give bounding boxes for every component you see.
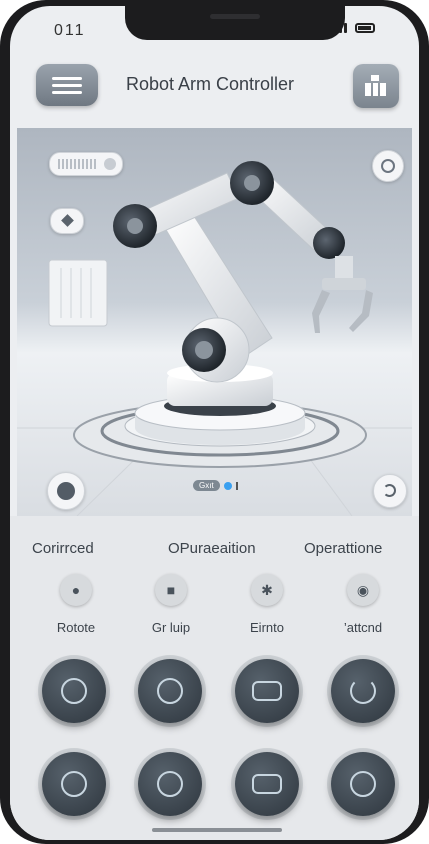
camera-icon[interactable]: ◉ (347, 574, 379, 606)
tool-button[interactable] (138, 659, 202, 723)
robot-viewport[interactable]: Gxıt (17, 128, 412, 516)
settings-button[interactable] (138, 752, 202, 816)
menu-button[interactable] (36, 64, 98, 106)
arm-icon (350, 771, 376, 797)
action-label-attend: ’attcnd (343, 620, 383, 635)
speaker-grille (210, 14, 260, 19)
video-button[interactable] (235, 659, 299, 723)
battery-icon (355, 23, 375, 33)
robot-arm-illustration (17, 161, 412, 516)
refresh-icon (350, 678, 376, 704)
connection-status: Gxıt (193, 480, 238, 491)
app-header: Robot Arm Controller (10, 46, 419, 128)
app-screen: 011 Robot Arm Controller Gxıt Corirrced … (10, 6, 419, 840)
action-label-joint: Eirnto (250, 620, 284, 635)
search-button[interactable] (42, 752, 106, 816)
fan-icon[interactable] (50, 208, 84, 234)
home-indicator[interactable] (152, 828, 282, 832)
action-label-grip: Gr luip (151, 620, 191, 635)
notch (125, 6, 345, 40)
tool-icon (157, 678, 183, 704)
magnifier-icon (61, 771, 87, 797)
diagnostics-icon[interactable] (372, 150, 404, 182)
section-label-control: Corirrced (32, 540, 94, 557)
arm-button[interactable] (331, 752, 395, 816)
page-title: Robot Arm Controller (125, 74, 295, 94)
status-bar-icon (235, 481, 238, 490)
monitor-icon (252, 774, 282, 794)
action-label-rotate: Rotote (56, 620, 96, 635)
gripper-icon[interactable]: ■ (155, 574, 187, 606)
section-label-operation: OPuraeaition (168, 540, 256, 557)
record-button[interactable] (42, 659, 106, 723)
monitor-button[interactable] (235, 752, 299, 816)
section-label-operations: Operattione (304, 540, 383, 557)
camera-view-button[interactable] (47, 472, 85, 510)
status-time: 011 (54, 22, 86, 39)
layout-grid-button[interactable] (353, 64, 399, 108)
reset-button[interactable] (331, 659, 395, 723)
joint-icon[interactable]: ✱ (251, 574, 283, 606)
gear-icon (157, 771, 183, 797)
record-icon (61, 678, 87, 704)
joystick-icon[interactable]: ● (60, 574, 92, 606)
video-icon (252, 681, 282, 701)
status-indicator-pill (49, 152, 123, 176)
control-panel: Corirrced OPuraeaition Operattione ● ■ ✱… (10, 516, 419, 840)
status-pill-label: Gxıt (193, 480, 220, 491)
phone-frame: 011 Robot Arm Controller Gxıt Corirrced … (0, 0, 429, 844)
rotate-view-button[interactable] (373, 474, 407, 508)
connected-dot-icon (223, 481, 232, 490)
